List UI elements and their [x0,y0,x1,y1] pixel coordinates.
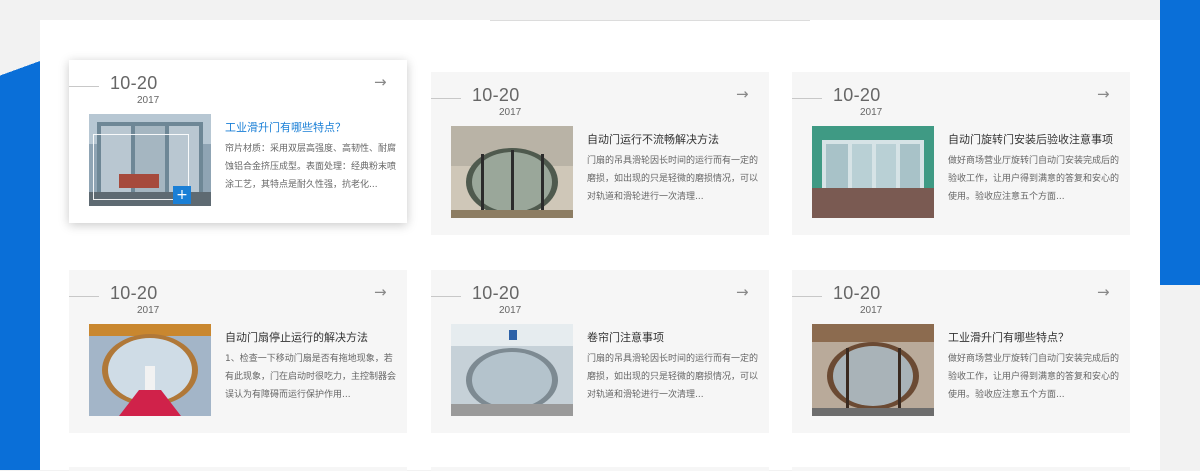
news-title[interactable]: 卷帘门注意事项 [587,329,757,345]
news-title[interactable]: 自动门扇停止运行的解决方法 [225,329,395,345]
news-date: 10-20 [472,85,520,105]
date-dash [69,86,99,87]
news-year: 2017 [499,305,522,316]
news-desc: 帘片材质：采用双层高强度、高韧性、耐腐蚀铝合金挤压成型。表面处理：经典粉末喷涂工… [225,144,397,190]
next-card-edge [431,467,769,471]
news-thumbnail[interactable] [89,324,211,416]
news-title[interactable]: 自动门旋转门安装后验收注意事项 [948,131,1118,147]
next-card-edge [69,467,407,471]
news-year: 2017 [137,305,160,316]
news-title[interactable]: 自动门运行不流畅解决方法 [587,131,757,147]
news-year: 2017 [860,107,883,118]
date-dash [69,296,99,297]
news-thumbnail[interactable] [812,126,934,218]
news-card[interactable]: 10-20 2017 → 自动门旋转门安装后验收注意事项 做好商场营业厅旋转门自… [792,72,1130,235]
news-date: 10-20 [472,283,520,303]
arrow-right-icon[interactable]: → [374,74,390,90]
news-year: 2017 [860,305,883,316]
news-thumbnail[interactable] [451,324,573,416]
news-thumbnail[interactable] [812,324,934,416]
arrow-right-icon[interactable]: → [1097,284,1113,300]
date-dash [431,98,461,99]
news-desc: 做好商场营业厅旋转门自动门安装完成后的验收工作，让用户得到满意的答复和安心的使用… [948,354,1120,400]
news-year: 2017 [137,95,160,106]
date-dash [792,296,822,297]
arrow-right-icon[interactable]: → [1097,86,1113,102]
plus-icon[interactable]: + [173,186,191,204]
news-desc: 门扇的吊具滑轮因长时间的运行而有一定的磨损，如出现的只是轻微的磨损情况，可以对轨… [587,354,759,400]
news-card[interactable]: 10-20 2017 → + 工业滑升门有哪些特点？ 帘片材质：采用双层高强度、… [69,60,407,223]
news-date: 10-20 [833,85,881,105]
news-thumbnail[interactable]: + [89,114,211,206]
next-card-edge [792,467,1130,471]
news-card[interactable]: 10-20 2017 → 自动门运行不流畅解决方法 门扇的吊具滑轮因长时间的运行… [431,72,769,235]
news-card[interactable]: 10-20 2017 → 卷帘门注意事项 门扇的吊具滑轮因长时间的运行而有一定的… [431,270,769,433]
news-card[interactable]: 10-20 2017 → 自动门扇停止运行的解决方法 1、检查一下移动门扇是否有… [69,270,407,433]
news-title[interactable]: 工业滑升门有哪些特点？ [948,329,1118,345]
news-card[interactable]: 10-20 2017 → 工业滑升门有哪些特点？ 做好商场营业厅旋转门自动门安装… [792,270,1130,433]
arrow-right-icon[interactable]: → [736,86,752,102]
arrow-right-icon[interactable]: → [374,284,390,300]
news-date: 10-20 [110,283,158,303]
news-year: 2017 [499,107,522,118]
left-blue-decoration [0,40,40,470]
date-dash [431,296,461,297]
news-panel: 10-20 2017 → + 工业滑升门有哪些特点？ 帘片材质：采用双层高强度、… [40,20,1160,471]
top-divider [490,20,810,21]
news-date: 10-20 [110,73,158,93]
news-desc: 做好商场营业厅旋转门自动门安装完成后的验收工作，让用户得到满意的答复和安心的使用… [948,156,1120,202]
news-title[interactable]: 工业滑升门有哪些特点？ [225,119,395,135]
news-desc: 门扇的吊具滑轮因长时间的运行而有一定的磨损，如出现的只是轻微的磨损情况，可以对轨… [587,156,759,202]
date-dash [792,98,822,99]
right-blue-decoration [1160,0,1200,285]
news-date: 10-20 [833,283,881,303]
news-desc: 1、检查一下移动门扇是否有拖地现象，若有此现象，门在启动时很吃力，主控制器会误认… [225,354,397,400]
news-thumbnail[interactable] [451,126,573,218]
arrow-right-icon[interactable]: → [736,284,752,300]
